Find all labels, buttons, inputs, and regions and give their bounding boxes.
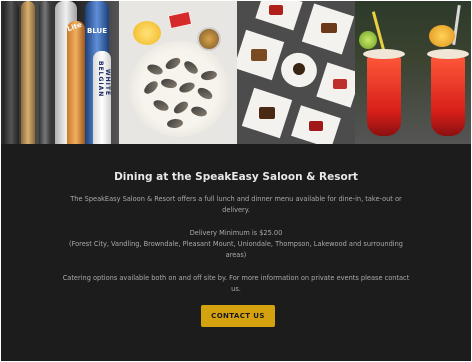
catering-paragraph: Catering options available both on and o… [62, 274, 410, 293]
lime-garnish [359, 31, 377, 49]
beer-taps-photo: Lite BLUE BELGIAN WHITE [1, 1, 119, 144]
citrus-garnish [429, 25, 455, 47]
delivery-info: Delivery Minimum is $25.00 (Forest City,… [61, 228, 411, 261]
page: Lite BLUE BELGIAN WHITE Dining at the Sp… [1, 1, 471, 361]
tap-label-white: WHITE [104, 69, 111, 97]
section-title: Dining at the SpeakEasy Saloon & Resort [114, 171, 358, 183]
beer-tap-handle [3, 1, 19, 144]
dessert-slice [251, 49, 267, 61]
dessert-berries [333, 79, 347, 89]
delivery-minimum: Delivery Minimum is $25.00 [189, 229, 283, 237]
dessert-slice [259, 107, 275, 119]
dessert-berries [309, 121, 323, 131]
tap-label-blue: BLUE [87, 27, 108, 35]
contact-us-button[interactable]: CONTACT US [201, 305, 275, 327]
beer-tap-handle [39, 1, 51, 144]
sauce-cup [197, 27, 221, 51]
glass-rim [427, 49, 469, 59]
condiment-packet [167, 10, 193, 30]
cocktail-glass [431, 54, 465, 136]
red-cocktails-photo [355, 1, 471, 144]
glass-rim [363, 49, 405, 59]
mussels-photo [119, 1, 237, 144]
dessert-slice [321, 23, 337, 33]
desserts-photo [237, 1, 355, 144]
delivery-areas: (Forest City, Vandling, Browndale, Pleas… [69, 240, 403, 259]
tap-label-belgian: BELGIAN [97, 61, 104, 98]
beer-tap-handle [67, 21, 85, 144]
dessert-slice [293, 63, 305, 75]
dessert-berries [269, 5, 283, 15]
hero-photo-strip: Lite BLUE BELGIAN WHITE [1, 1, 471, 144]
cocktail-glass [367, 54, 401, 136]
intro-paragraph: The SpeakEasy Saloon & Resort offers a f… [70, 195, 402, 214]
dining-section: Dining at the SpeakEasy Saloon & Resort … [1, 144, 471, 361]
beer-tap-handle [21, 1, 35, 144]
lemon-wedge [133, 21, 161, 45]
